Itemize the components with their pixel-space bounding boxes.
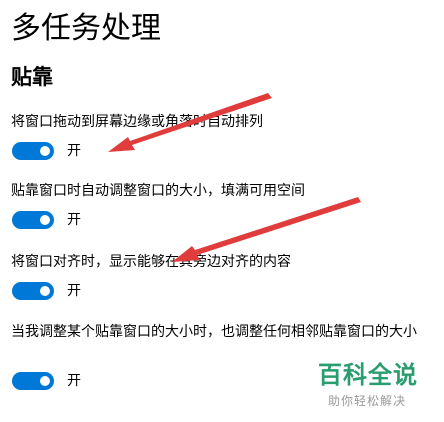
watermark-logo: 百科全说	[318, 361, 418, 389]
setting-label-resize-adjacent: 当我调整某个贴靠窗口的大小时，也调整任何相邻贴靠窗口的大小	[11, 324, 417, 340]
toggle-state-resize-adjacent: 开	[67, 373, 81, 389]
toggle-knob	[40, 215, 50, 225]
toggle-snap-arrange[interactable]	[12, 142, 54, 160]
toggle-resize-adjacent[interactable]	[12, 372, 54, 390]
page-title: 多任务处理	[11, 11, 161, 46]
setting-label-snap-assist: 将窗口对齐时，显示能够在其旁边对齐的内容	[11, 254, 291, 270]
toggle-knob	[40, 146, 50, 156]
setting-label-snap-arrange: 将窗口拖动到屏幕边缘或角落时自动排列	[11, 114, 263, 130]
toggle-state-snap-arrange: 开	[67, 143, 81, 159]
toggle-state-snap-assist: 开	[67, 283, 81, 299]
toggle-state-auto-resize: 开	[67, 212, 81, 228]
toggle-snap-assist[interactable]	[12, 282, 54, 300]
setting-label-auto-resize: 贴靠窗口时自动调整窗口的大小，填满可用空间	[11, 183, 305, 199]
section-title-snap: 贴靠	[11, 65, 53, 89]
watermark-subtitle: 助你轻松解决	[328, 394, 407, 408]
toggle-auto-resize[interactable]	[12, 211, 54, 229]
toggle-knob	[40, 286, 50, 296]
toggle-knob	[40, 376, 50, 386]
